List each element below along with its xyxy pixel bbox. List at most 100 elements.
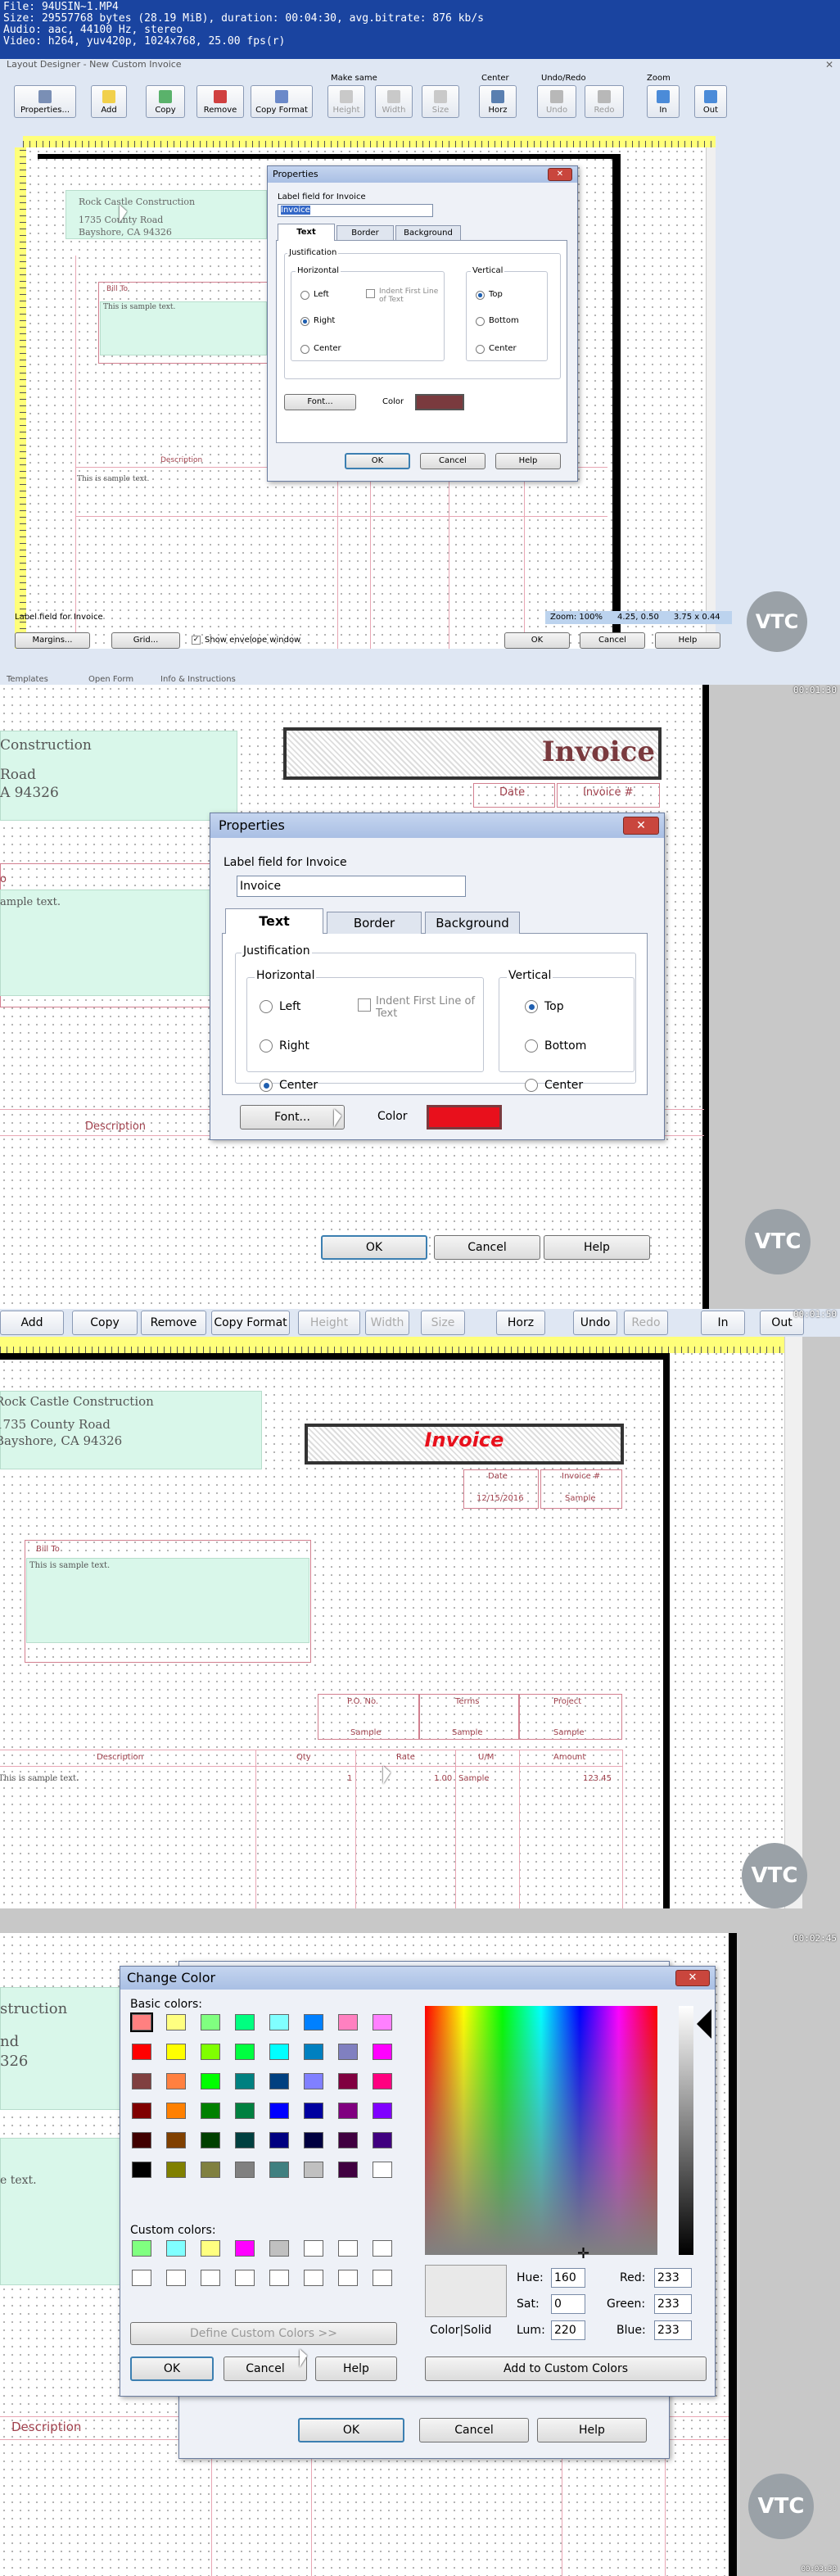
center-horz-button[interactable]: Horz bbox=[496, 1311, 545, 1335]
color-swatch-3[interactable] bbox=[201, 2240, 220, 2257]
envelope-checkbox[interactable]: ✓ bbox=[192, 636, 201, 645]
tab-background[interactable]: Background bbox=[425, 912, 520, 934]
red-input[interactable]: 233 bbox=[654, 2268, 692, 2288]
size-button[interactable]: Size bbox=[422, 85, 459, 118]
tab-border[interactable]: Border bbox=[327, 912, 422, 934]
font-button[interactable]: Font... bbox=[240, 1105, 345, 1130]
tab-text[interactable]: Text bbox=[225, 908, 323, 934]
color-swatch-17[interactable] bbox=[132, 2073, 151, 2089]
green-input[interactable]: 233 bbox=[654, 2294, 692, 2314]
color-swatch-35[interactable] bbox=[201, 2132, 220, 2148]
color-swatch-16[interactable] bbox=[373, 2044, 392, 2060]
color-swatch-2[interactable] bbox=[166, 2240, 186, 2257]
color-swatch-10[interactable] bbox=[166, 2044, 186, 2060]
copy-format-button[interactable]: Copy Format bbox=[251, 85, 313, 118]
color-swatch-21[interactable] bbox=[269, 2073, 289, 2089]
color-swatch-24[interactable] bbox=[373, 2073, 392, 2089]
color-swatch-29[interactable] bbox=[269, 2103, 289, 2119]
color-swatch-9[interactable] bbox=[132, 2044, 151, 2060]
remove-button[interactable]: Remove bbox=[141, 1311, 206, 1335]
undo-button[interactable]: Undo bbox=[573, 1311, 617, 1335]
radio-center[interactable] bbox=[300, 345, 309, 354]
color-swatch-15[interactable] bbox=[338, 2270, 358, 2286]
color-swatch-2[interactable] bbox=[166, 2014, 186, 2030]
margins-button[interactable]: Margins... bbox=[15, 632, 90, 649]
color-swatch-16[interactable] bbox=[373, 2270, 392, 2286]
color-swatch-6[interactable] bbox=[304, 2014, 323, 2030]
color-swatch-19[interactable] bbox=[201, 2073, 220, 2089]
color-swatch-1[interactable] bbox=[132, 2240, 151, 2257]
define-custom-colors-button[interactable]: Define Custom Colors >> bbox=[130, 2322, 397, 2345]
radio-bottom[interactable] bbox=[525, 1039, 538, 1053]
color-swatch-18[interactable] bbox=[166, 2073, 186, 2089]
change-color-cancel-button[interactable]: Cancel bbox=[224, 2356, 307, 2381]
color-swatch-28[interactable] bbox=[235, 2103, 255, 2119]
color-swatch-23[interactable] bbox=[338, 2073, 358, 2089]
color-swatch-48[interactable] bbox=[373, 2162, 392, 2178]
help-button[interactable]: Help bbox=[495, 453, 561, 469]
color-swatch-1[interactable] bbox=[130, 2012, 153, 2032]
radio-top[interactable] bbox=[525, 1000, 538, 1013]
height-button[interactable]: Height bbox=[298, 1311, 360, 1335]
color-swatch-3[interactable] bbox=[201, 2014, 220, 2030]
zoom-in-button[interactable]: In bbox=[647, 85, 680, 118]
color-swatch-40[interactable] bbox=[373, 2132, 392, 2148]
color-swatch-47[interactable] bbox=[338, 2162, 358, 2178]
color-swatch-7[interactable] bbox=[338, 2014, 358, 2030]
change-color-help-button[interactable]: Help bbox=[315, 2356, 397, 2381]
color-swatch-13[interactable] bbox=[269, 2270, 289, 2286]
center-horz-button[interactable]: Horz bbox=[479, 85, 517, 118]
color-swatch-9[interactable] bbox=[132, 2270, 151, 2286]
grid-button[interactable]: Grid... bbox=[111, 632, 180, 649]
color-swatch-14[interactable] bbox=[304, 2270, 323, 2286]
width-button[interactable]: Width bbox=[365, 1311, 409, 1335]
color-swatch-14[interactable] bbox=[304, 2044, 323, 2060]
cancel-button[interactable]: Cancel bbox=[434, 1235, 540, 1260]
color-swatch-10[interactable] bbox=[166, 2270, 186, 2286]
color-swatch[interactable] bbox=[427, 1105, 502, 1130]
color-swatch-43[interactable] bbox=[201, 2162, 220, 2178]
change-color-close-icon[interactable]: ✕ bbox=[675, 1970, 710, 1986]
color-swatch-37[interactable] bbox=[269, 2132, 289, 2148]
layout-ok-button[interactable]: OK bbox=[504, 632, 570, 649]
help-button[interactable]: Help bbox=[537, 2418, 647, 2442]
lum-input[interactable]: 220 bbox=[551, 2320, 585, 2340]
color-swatch-12[interactable] bbox=[235, 2044, 255, 2060]
indent-checkbox[interactable] bbox=[358, 998, 371, 1012]
color-swatch-13[interactable] bbox=[269, 2044, 289, 2060]
undo-button[interactable]: Undo bbox=[537, 85, 576, 118]
color-swatch-41[interactable] bbox=[132, 2162, 151, 2178]
color-swatch-8[interactable] bbox=[373, 2240, 392, 2257]
ok-button[interactable]: OK bbox=[298, 2418, 404, 2442]
ok-button[interactable]: OK bbox=[345, 453, 410, 469]
width-button[interactable]: Width bbox=[375, 85, 413, 118]
close-icon[interactable]: ✕ bbox=[825, 59, 833, 70]
color-swatch-27[interactable] bbox=[201, 2103, 220, 2119]
color-swatch-5[interactable] bbox=[269, 2240, 289, 2257]
blue-input[interactable]: 233 bbox=[654, 2320, 692, 2340]
color-swatch-5[interactable] bbox=[269, 2014, 289, 2030]
radio-left[interactable] bbox=[300, 291, 309, 300]
font-button[interactable]: Font... bbox=[284, 394, 356, 410]
hue-input[interactable]: 160 bbox=[551, 2268, 585, 2288]
color-swatch-32[interactable] bbox=[373, 2103, 392, 2119]
radio-bottom[interactable] bbox=[476, 317, 485, 326]
copy-button[interactable]: Copy bbox=[146, 85, 185, 118]
size-button[interactable]: Size bbox=[421, 1311, 465, 1335]
color-swatch-26[interactable] bbox=[166, 2103, 186, 2119]
layout-help-button[interactable]: Help bbox=[655, 632, 720, 649]
color-swatch-34[interactable] bbox=[166, 2132, 186, 2148]
dialog-close-icon[interactable]: ✕ bbox=[548, 168, 572, 181]
indent-checkbox[interactable] bbox=[366, 289, 375, 298]
copy-format-button[interactable]: Copy Format bbox=[211, 1311, 290, 1335]
color-swatch-8[interactable] bbox=[373, 2014, 392, 2030]
radio-left[interactable] bbox=[260, 1000, 273, 1013]
dialog-close-icon[interactable]: ✕ bbox=[623, 817, 659, 835]
color-swatch[interactable] bbox=[415, 394, 464, 410]
remove-button[interactable]: Remove bbox=[196, 85, 244, 118]
label-field-input[interactable]: Invoice bbox=[278, 204, 433, 217]
zoom-in-button[interactable]: In bbox=[701, 1311, 745, 1335]
color-swatch-44[interactable] bbox=[235, 2162, 255, 2178]
color-swatch-36[interactable] bbox=[235, 2132, 255, 2148]
help-button[interactable]: Help bbox=[544, 1235, 650, 1260]
